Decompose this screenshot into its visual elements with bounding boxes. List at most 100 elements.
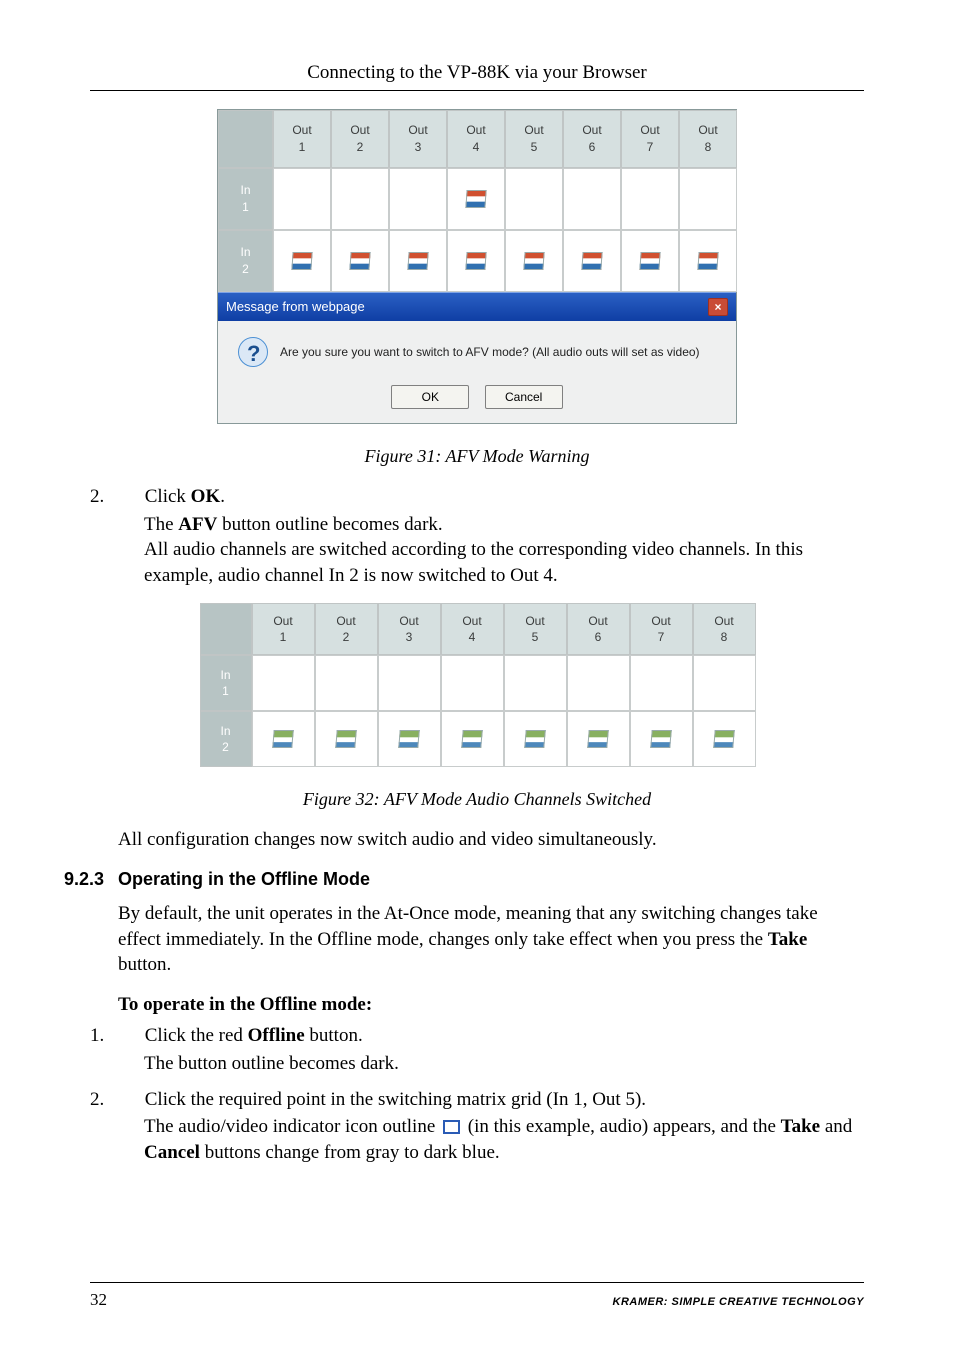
col-head: Out7 <box>630 603 693 655</box>
offline-word: Offline <box>248 1025 305 1046</box>
grid-cell[interactable] <box>389 230 447 292</box>
grid-cell[interactable] <box>252 655 315 711</box>
header-rule <box>90 90 864 91</box>
procedure-subhead: To operate in the Offline mode: <box>118 992 864 1018</box>
dialog-title-bar: Message from webpage × <box>218 292 736 321</box>
step-text: Click <box>145 486 191 507</box>
grid-cell[interactable] <box>441 655 504 711</box>
ok-button[interactable]: OK <box>391 385 469 409</box>
video-indicator-icon <box>349 252 370 270</box>
step-explanation: All audio channels are switched accordin… <box>144 539 803 586</box>
grid-cell[interactable] <box>505 168 563 230</box>
grid-cell[interactable] <box>563 168 621 230</box>
section-intro: By default, the unit operates in the At-… <box>118 901 864 978</box>
col-head: Out2 <box>315 603 378 655</box>
matrix-grid-1: Out1 Out2 Out3 Out4 Out5 Out6 Out7 Out8 … <box>218 110 736 292</box>
indicator-outline-icon <box>443 1120 460 1134</box>
col-head: Out8 <box>693 603 756 655</box>
question-icon <box>238 337 268 367</box>
figure-31: Out1 Out2 Out3 Out4 Out5 Out6 Out7 Out8 … <box>217 109 737 424</box>
grid-cell[interactable] <box>315 655 378 711</box>
audio-indicator-icon <box>713 730 735 748</box>
grid-cell[interactable] <box>378 711 441 767</box>
figure-32: Out1 Out2 Out3 Out4 Out5 Out6 Out7 Out8 … <box>200 603 755 767</box>
row-head: In1 <box>218 168 273 230</box>
step-body: The button outline becomes dark. <box>144 1051 864 1077</box>
col-head: Out4 <box>447 110 505 168</box>
take-word: Take <box>768 929 807 950</box>
page-footer: 32 KRAMER: SIMPLE CREATIVE TECHNOLOGY <box>90 1282 864 1312</box>
col-head: Out6 <box>567 603 630 655</box>
grid-cell[interactable] <box>567 711 630 767</box>
audio-indicator-icon <box>524 730 546 748</box>
running-head: Connecting to the VP-88K via your Browse… <box>90 60 864 86</box>
grid-cell[interactable] <box>378 655 441 711</box>
grid-cell[interactable] <box>252 711 315 767</box>
video-indicator-icon <box>523 252 544 270</box>
section-heading: 9.2.3Operating in the Offline Mode <box>64 867 864 891</box>
col-head: Out2 <box>331 110 389 168</box>
video-indicator-icon <box>639 252 660 270</box>
grid-cell[interactable] <box>447 168 505 230</box>
grid-cell[interactable] <box>630 711 693 767</box>
grid-cell[interactable] <box>693 711 756 767</box>
cancel-word: Cancel <box>144 1142 200 1163</box>
audio-indicator-icon <box>587 730 609 748</box>
video-indicator-icon <box>407 252 428 270</box>
cancel-button[interactable]: Cancel <box>485 385 563 409</box>
row-head: In2 <box>200 711 252 767</box>
grid-cell[interactable] <box>621 168 679 230</box>
ok-word: OK <box>191 486 221 507</box>
matrix-corner <box>200 603 252 655</box>
grid-cell[interactable] <box>630 655 693 711</box>
section-title: Operating in the Offline Mode <box>118 869 370 889</box>
col-head: Out4 <box>441 603 504 655</box>
col-head: Out3 <box>378 603 441 655</box>
step-2: 2. Click OK. <box>116 484 864 510</box>
grid-cell[interactable] <box>447 230 505 292</box>
video-indicator-icon <box>465 190 486 208</box>
matrix-grid-2: Out1 Out2 Out3 Out4 Out5 Out6 Out7 Out8 … <box>200 603 755 767</box>
grid-cell[interactable] <box>315 711 378 767</box>
grid-cell[interactable] <box>504 711 567 767</box>
grid-cell[interactable] <box>693 655 756 711</box>
grid-cell[interactable] <box>273 230 331 292</box>
col-head: Out6 <box>563 110 621 168</box>
grid-cell[interactable] <box>441 711 504 767</box>
take-word: Take <box>781 1116 820 1137</box>
audio-indicator-icon <box>272 730 294 748</box>
after-fig32-text: All configuration changes now switch aud… <box>118 827 864 853</box>
grid-cell[interactable] <box>331 230 389 292</box>
step-text: . <box>220 486 225 507</box>
step-body: The audio/video indicator icon outline (… <box>144 1114 864 1165</box>
col-head: Out3 <box>389 110 447 168</box>
audio-indicator-icon <box>335 730 357 748</box>
grid-cell[interactable] <box>273 168 331 230</box>
col-head: Out5 <box>505 110 563 168</box>
col-head: Out1 <box>273 110 331 168</box>
grid-cell[interactable] <box>563 230 621 292</box>
dialog-body: Are you sure you want to switch to AFV m… <box>218 321 736 423</box>
section-number: 9.2.3 <box>64 867 118 891</box>
close-icon[interactable]: × <box>708 298 728 316</box>
step-number: 2. <box>116 1087 140 1113</box>
col-head: Out8 <box>679 110 737 168</box>
dialog-message: Are you sure you want to switch to AFV m… <box>280 344 700 360</box>
grid-cell[interactable] <box>679 230 737 292</box>
grid-cell[interactable] <box>621 230 679 292</box>
matrix-corner <box>218 110 273 168</box>
afv-word: AFV <box>178 514 217 535</box>
grid-cell[interactable] <box>504 655 567 711</box>
grid-cell[interactable] <box>679 168 737 230</box>
col-head: Out7 <box>621 110 679 168</box>
video-indicator-icon <box>465 252 486 270</box>
footer-brand: KRAMER: SIMPLE CREATIVE TECHNOLOGY <box>613 1295 864 1310</box>
page-number: 32 <box>90 1289 107 1312</box>
figure-32-caption: Figure 32: AFV Mode Audio Channels Switc… <box>90 787 864 811</box>
grid-cell[interactable] <box>567 655 630 711</box>
grid-cell[interactable] <box>505 230 563 292</box>
grid-cell[interactable] <box>389 168 447 230</box>
grid-cell[interactable] <box>331 168 389 230</box>
audio-indicator-icon <box>461 730 483 748</box>
step-number: 2. <box>116 484 140 510</box>
